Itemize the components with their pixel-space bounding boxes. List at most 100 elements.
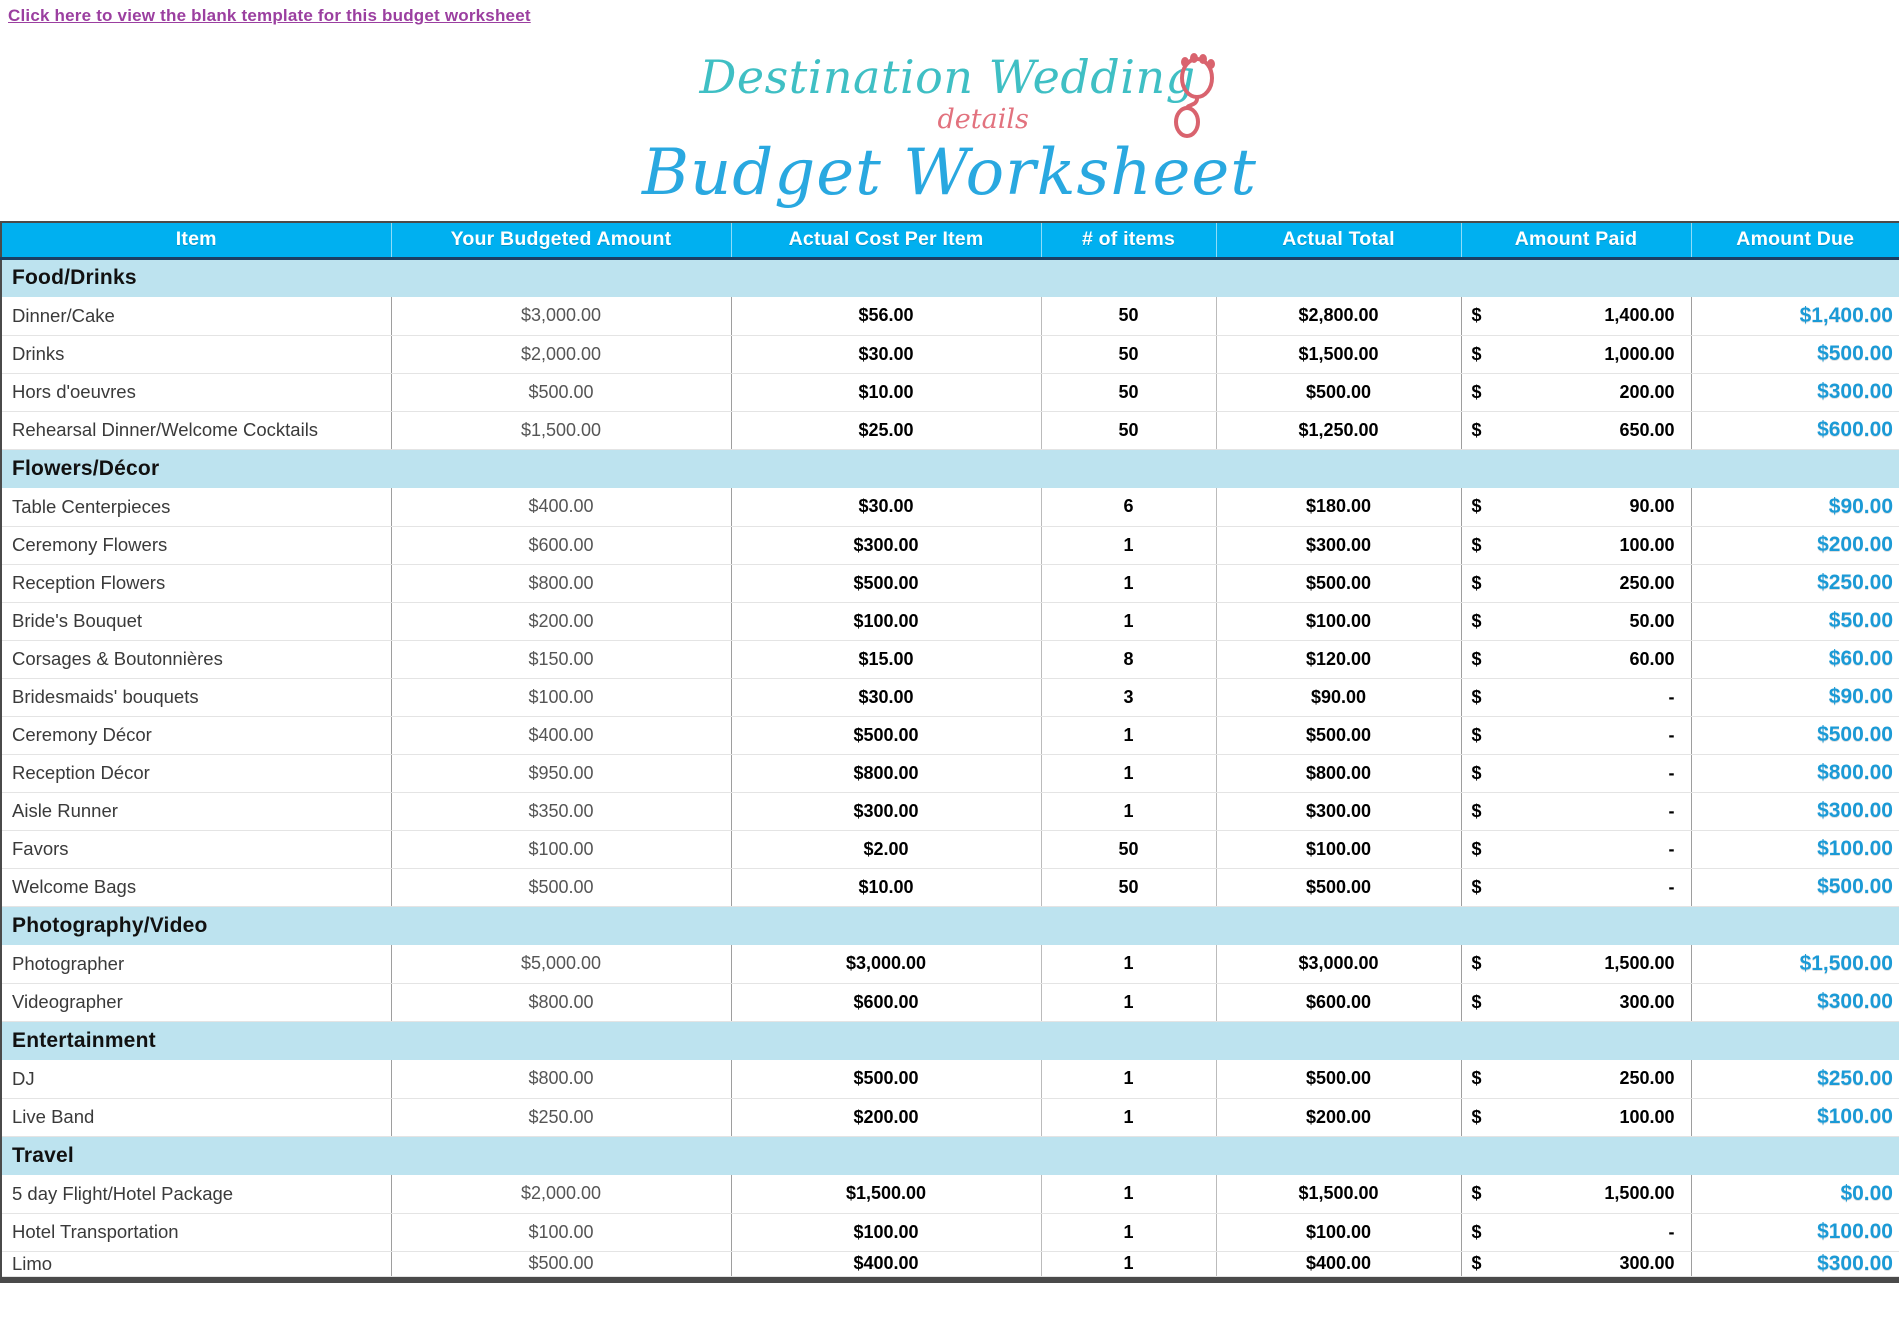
cell-amount-due[interactable]: $200.00 bbox=[1691, 526, 1899, 565]
cell-actual-total[interactable]: $500.00 bbox=[1216, 1060, 1462, 1099]
cell-number-of-items[interactable]: 1 bbox=[1041, 716, 1217, 755]
cell-number-of-items[interactable]: 50 bbox=[1041, 335, 1217, 374]
cell-item[interactable]: Videographer bbox=[0, 983, 392, 1022]
cell-budgeted-amount[interactable]: $250.00 bbox=[391, 1098, 732, 1137]
cell-number-of-items[interactable]: 1 bbox=[1041, 526, 1217, 565]
cell-actual-total[interactable]: $800.00 bbox=[1216, 754, 1462, 793]
cell-amount-due[interactable]: $600.00 bbox=[1691, 411, 1899, 450]
cell-amount-paid[interactable]: $1,500.00 bbox=[1461, 1175, 1692, 1214]
cell-item[interactable]: Corsages & Boutonnières bbox=[0, 640, 392, 679]
cell-actual-total[interactable]: $120.00 bbox=[1216, 640, 1462, 679]
cell-amount-paid[interactable]: $1,500.00 bbox=[1461, 945, 1692, 984]
column-header-qty[interactable]: # of items bbox=[1041, 221, 1217, 260]
cell-budgeted-amount[interactable]: $600.00 bbox=[391, 526, 732, 565]
cell-budgeted-amount[interactable]: $100.00 bbox=[391, 830, 732, 869]
cell-actual-total[interactable]: $1,500.00 bbox=[1216, 335, 1462, 374]
cell-amount-due[interactable]: $300.00 bbox=[1691, 792, 1899, 831]
cell-amount-paid[interactable]: $ - bbox=[1461, 716, 1692, 755]
cell-actual-total[interactable]: $500.00 bbox=[1216, 868, 1462, 907]
cell-budgeted-amount[interactable]: $2,000.00 bbox=[391, 335, 732, 374]
cell-actual-total[interactable]: $180.00 bbox=[1216, 488, 1462, 527]
cell-item[interactable]: Hotel Transportation bbox=[0, 1213, 392, 1252]
cell-actual-cost-per-item[interactable]: $1,500.00 bbox=[731, 1175, 1042, 1214]
cell-number-of-items[interactable]: 1 bbox=[1041, 1175, 1217, 1214]
cell-item[interactable]: Photographer bbox=[0, 945, 392, 984]
cell-number-of-items[interactable]: 1 bbox=[1041, 1060, 1217, 1099]
cell-amount-due[interactable]: $300.00 bbox=[1691, 983, 1899, 1022]
cell-item[interactable]: Aisle Runner bbox=[0, 792, 392, 831]
cell-item[interactable]: Hors d'oeuvres bbox=[0, 373, 392, 412]
cell-item[interactable]: Favors bbox=[0, 830, 392, 869]
cell-actual-cost-per-item[interactable]: $800.00 bbox=[731, 754, 1042, 793]
cell-budgeted-amount[interactable]: $800.00 bbox=[391, 983, 732, 1022]
cell-amount-paid[interactable]: $60.00 bbox=[1461, 640, 1692, 679]
cell-budgeted-amount[interactable]: $200.00 bbox=[391, 602, 732, 641]
cell-amount-paid[interactable]: $300.00 bbox=[1461, 1251, 1692, 1277]
cell-actual-total[interactable]: $500.00 bbox=[1216, 564, 1462, 603]
cell-number-of-items[interactable]: 1 bbox=[1041, 792, 1217, 831]
table-row[interactable]: Corsages & Boutonnières $150.00 $15.00 8 $12… bbox=[0, 640, 1899, 679]
cell-amount-paid[interactable]: $50.00 bbox=[1461, 602, 1692, 641]
cell-actual-cost-per-item[interactable]: $25.00 bbox=[731, 411, 1042, 450]
cell-number-of-items[interactable]: 50 bbox=[1041, 868, 1217, 907]
cell-item[interactable]: Dinner/Cake bbox=[0, 297, 392, 336]
cell-budgeted-amount[interactable]: $500.00 bbox=[391, 1251, 732, 1277]
cell-budgeted-amount[interactable]: $100.00 bbox=[391, 1213, 732, 1252]
cell-actual-cost-per-item[interactable]: $15.00 bbox=[731, 640, 1042, 679]
cell-item[interactable]: Bridesmaids' bouquets bbox=[0, 678, 392, 717]
column-header-budget[interactable]: Your Budgeted Amount bbox=[391, 221, 732, 260]
cell-amount-paid[interactable]: $100.00 bbox=[1461, 526, 1692, 565]
cell-amount-due[interactable]: $300.00 bbox=[1691, 1251, 1899, 1277]
cell-number-of-items[interactable]: 3 bbox=[1041, 678, 1217, 717]
cell-amount-paid[interactable]: $ - bbox=[1461, 868, 1692, 907]
cell-number-of-items[interactable]: 50 bbox=[1041, 373, 1217, 412]
cell-amount-due[interactable]: $500.00 bbox=[1691, 716, 1899, 755]
cell-actual-cost-per-item[interactable]: $10.00 bbox=[731, 868, 1042, 907]
cell-actual-total[interactable]: $400.00 bbox=[1216, 1251, 1462, 1277]
cell-actual-cost-per-item[interactable]: $10.00 bbox=[731, 373, 1042, 412]
cell-actual-total[interactable]: $2,800.00 bbox=[1216, 297, 1462, 336]
cell-budgeted-amount[interactable]: $500.00 bbox=[391, 868, 732, 907]
cell-amount-paid[interactable]: $90.00 bbox=[1461, 488, 1692, 527]
cell-item[interactable]: Table Centerpieces bbox=[0, 488, 392, 527]
cell-amount-paid[interactable]: $300.00 bbox=[1461, 983, 1692, 1022]
table-row[interactable]: Drinks $2,000.00 $30.00 50 $1,500.00 $1,000.0… bbox=[0, 335, 1899, 374]
cell-amount-due[interactable]: $500.00 bbox=[1691, 335, 1899, 374]
cell-actual-total[interactable]: $500.00 bbox=[1216, 373, 1462, 412]
cell-amount-due[interactable]: $50.00 bbox=[1691, 602, 1899, 641]
cell-budgeted-amount[interactable]: $400.00 bbox=[391, 716, 732, 755]
table-row[interactable]: Reception Décor $950.00 $800.00 1 $800.00 $ - $… bbox=[0, 754, 1899, 793]
cell-actual-total[interactable]: $100.00 bbox=[1216, 830, 1462, 869]
cell-amount-paid[interactable]: $1,400.00 bbox=[1461, 297, 1692, 336]
cell-actual-cost-per-item[interactable]: $30.00 bbox=[731, 678, 1042, 717]
table-row[interactable]: Photographer $5,000.00 $3,000.00 1 $3,000.00… bbox=[0, 945, 1899, 984]
cell-actual-total[interactable]: $1,250.00 bbox=[1216, 411, 1462, 450]
cell-number-of-items[interactable]: 1 bbox=[1041, 754, 1217, 793]
cell-budgeted-amount[interactable]: $1,500.00 bbox=[391, 411, 732, 450]
cell-item[interactable]: Drinks bbox=[0, 335, 392, 374]
cell-actual-cost-per-item[interactable]: $500.00 bbox=[731, 1060, 1042, 1099]
table-row[interactable]: Live Band $250.00 $200.00 1 $200.00 $100.00 $1… bbox=[0, 1098, 1899, 1137]
cell-item[interactable]: Rehearsal Dinner/Welcome Cocktails bbox=[0, 411, 392, 450]
cell-item[interactable]: DJ bbox=[0, 1060, 392, 1099]
cell-amount-paid[interactable]: $ - bbox=[1461, 830, 1692, 869]
cell-amount-paid[interactable]: $650.00 bbox=[1461, 411, 1692, 450]
cell-amount-due[interactable]: $0.00 bbox=[1691, 1175, 1899, 1214]
cell-budgeted-amount[interactable]: $150.00 bbox=[391, 640, 732, 679]
cell-amount-due[interactable]: $100.00 bbox=[1691, 830, 1899, 869]
cell-number-of-items[interactable]: 1 bbox=[1041, 564, 1217, 603]
cell-actual-total[interactable]: $300.00 bbox=[1216, 792, 1462, 831]
cell-item[interactable]: Ceremony Décor bbox=[0, 716, 392, 755]
cell-budgeted-amount[interactable]: $950.00 bbox=[391, 754, 732, 793]
cell-number-of-items[interactable]: 1 bbox=[1041, 983, 1217, 1022]
cell-budgeted-amount[interactable]: $5,000.00 bbox=[391, 945, 732, 984]
cell-amount-due[interactable]: $250.00 bbox=[1691, 564, 1899, 603]
cell-amount-paid[interactable]: $1,000.00 bbox=[1461, 335, 1692, 374]
cell-number-of-items[interactable]: 8 bbox=[1041, 640, 1217, 679]
table-row[interactable]: Bridesmaids' bouquets $100.00 $30.00 3 $90.0… bbox=[0, 678, 1899, 717]
cell-actual-cost-per-item[interactable]: $300.00 bbox=[731, 792, 1042, 831]
cell-budgeted-amount[interactable]: $800.00 bbox=[391, 564, 732, 603]
column-header-cost[interactable]: Actual Cost Per Item bbox=[731, 221, 1042, 260]
cell-actual-cost-per-item[interactable]: $2.00 bbox=[731, 830, 1042, 869]
table-row[interactable]: 5 day Flight/Hotel Package $2,000.00 $1,50… bbox=[0, 1175, 1899, 1214]
